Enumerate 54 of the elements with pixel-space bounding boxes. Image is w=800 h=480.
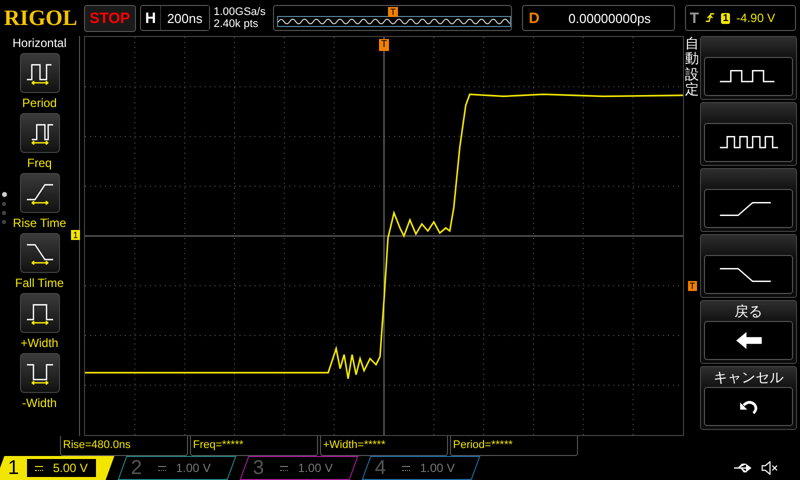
- delay-panel[interactable]: D 0.00000000ps: [522, 5, 675, 31]
- sample-rate: 1.00GSa/s: [214, 6, 267, 18]
- timebase-panel[interactable]: H 200ns: [140, 5, 210, 31]
- measure-button[interactable]: [20, 293, 60, 333]
- channel-tab[interactable]: 3 1.00 V: [240, 456, 358, 480]
- channel-tab[interactable]: 1 5.00 V: [0, 456, 114, 480]
- measure-label: Rise Time: [12, 216, 66, 230]
- measure-button[interactable]: [20, 173, 60, 213]
- page-dot[interactable]: [2, 192, 7, 197]
- memory-depth: 2.40k pts: [214, 18, 260, 30]
- channel-offset-marker: 1: [71, 230, 80, 240]
- channel-tab[interactable]: 2 1.00 V: [118, 456, 236, 480]
- measurement-readout: Period=*****: [450, 436, 578, 456]
- measure-button[interactable]: [20, 53, 60, 93]
- trigger-level: -4.90 V: [736, 11, 776, 25]
- trigger-source-badge: 1: [720, 12, 730, 24]
- softkey[interactable]: キャンセル: [700, 366, 797, 430]
- softkey[interactable]: [700, 102, 797, 166]
- softkey[interactable]: 戻る: [700, 300, 797, 364]
- softkey-label: キャンセル: [714, 369, 784, 385]
- trigger-position-marker: T: [379, 39, 390, 51]
- page-dot[interactable]: [2, 220, 6, 224]
- measurement-readout: +Width=*****: [320, 436, 448, 456]
- measure-label: Freq: [27, 156, 52, 170]
- measure-label: Period: [22, 96, 57, 110]
- rising-edge-icon: [704, 11, 715, 25]
- measure-button[interactable]: [20, 353, 60, 393]
- trigger-panel[interactable]: T 1 -4.90 V: [684, 5, 796, 31]
- measurement-readout: Freq=*****: [190, 436, 318, 456]
- measure-button[interactable]: [20, 113, 60, 153]
- measure-label: Fall Time: [15, 276, 64, 290]
- softkey[interactable]: [700, 36, 797, 100]
- measure-label: -Width: [22, 396, 57, 410]
- trigger-label: T: [690, 10, 699, 26]
- measure-button[interactable]: [20, 233, 60, 273]
- menu-title: Horizontal: [12, 36, 67, 50]
- undo-icon: [738, 398, 758, 414]
- brand-logo: RIGOL: [4, 5, 78, 31]
- timebase-label: H: [144, 10, 157, 26]
- speaker-muted-icon: [760, 461, 780, 475]
- trigger-position-marker: T: [388, 7, 398, 17]
- back-arrow-icon: [736, 332, 762, 349]
- menu-title: 自動設定: [684, 36, 700, 98]
- usb-icon: [734, 461, 754, 475]
- run-stop-status[interactable]: STOP: [84, 4, 136, 32]
- page-dot[interactable]: [2, 202, 6, 206]
- measure-label: +Width: [20, 336, 58, 350]
- delay-value: 0.00000000ps: [567, 10, 652, 26]
- page-dot[interactable]: [2, 211, 6, 215]
- delay-label: D: [528, 10, 541, 26]
- timebase-value: 200ns: [160, 6, 209, 30]
- trigger-level-marker: T: [688, 281, 697, 291]
- channel-tab[interactable]: 4 1.00 V: [362, 456, 480, 480]
- softkey-label: 戻る: [734, 303, 762, 319]
